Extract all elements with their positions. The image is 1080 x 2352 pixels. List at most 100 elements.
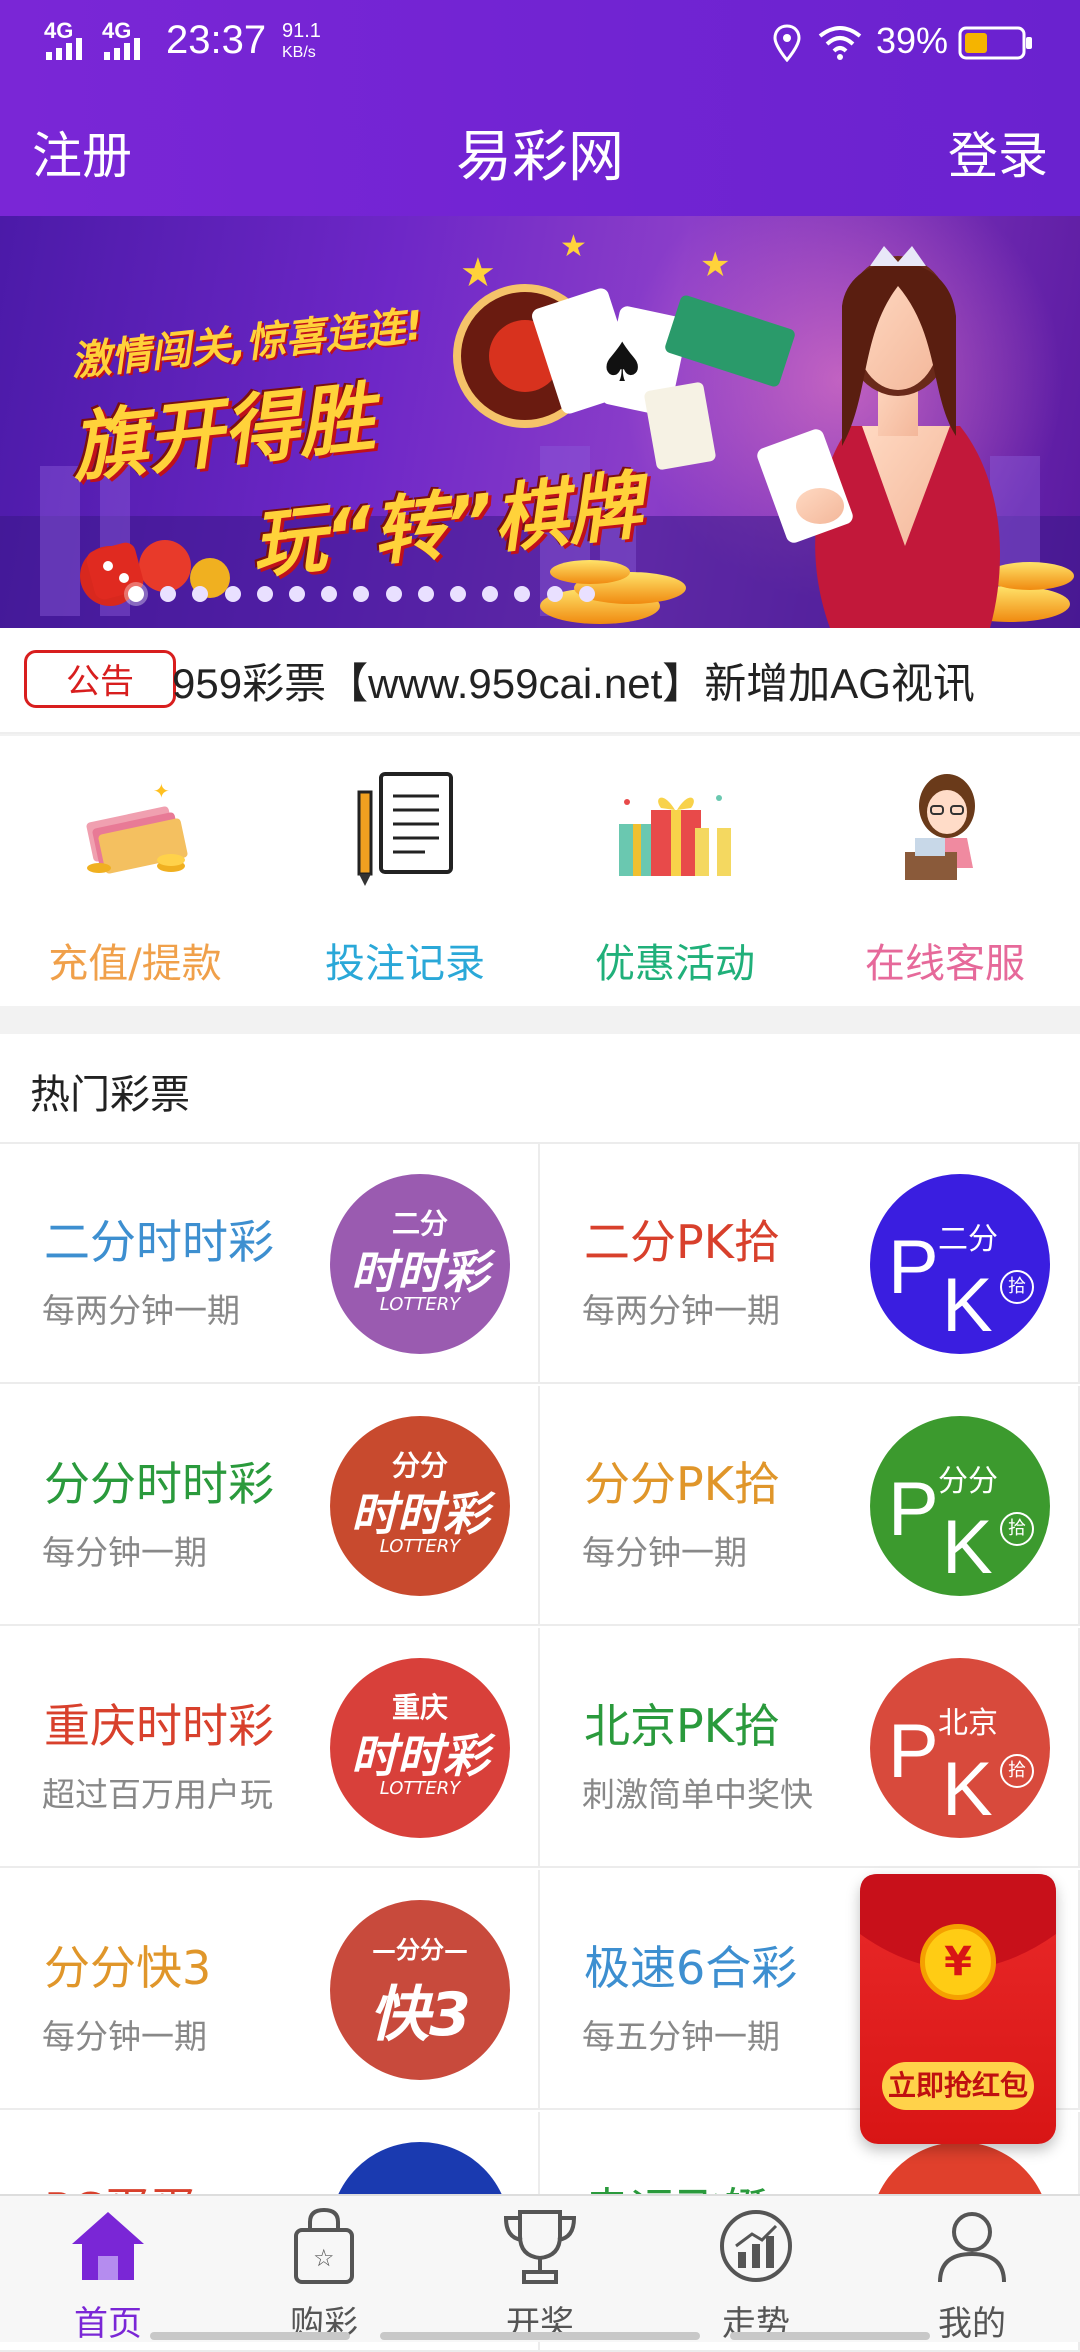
logo-letter-k: K <box>942 1747 993 1832</box>
section-title: 热门彩票 <box>30 1072 190 1118</box>
home-indicator-right <box>730 2332 930 2340</box>
signal-icon <box>46 38 82 60</box>
nav-trend[interactable]: 走势 <box>648 2196 864 2344</box>
lottery-card[interactable]: 二分PK拾每两分钟一期 P K 二分拾 <box>540 1144 1080 1384</box>
svg-text:★: ★ <box>460 250 496 296</box>
logo-letter-p: P <box>888 1709 939 1794</box>
lottery-subtitle: 每两分钟一期 <box>582 1291 780 1330</box>
money-stack-icon: ✦ <box>86 779 188 874</box>
lottery-name: 分分快3 <box>44 1941 212 1995</box>
logo-text: 分分 <box>938 1464 998 1499</box>
banner-dot[interactable] <box>546 586 563 602</box>
quick-actions: ✦ 充值/提款 投注记录 优惠活动 在线客服 <box>0 736 1080 1006</box>
lottery-card[interactable]: 北京PK拾 刺激简单中奖快 P K 北京拾 <box>540 1628 1080 1868</box>
gift-boxes-icon <box>619 795 731 876</box>
promotions-button[interactable]: 优惠活动 <box>540 736 810 1006</box>
logo-ten-badge: 拾 <box>1000 1270 1034 1304</box>
banner-dot[interactable] <box>289 586 305 602</box>
home-indicator[interactable] <box>380 2332 700 2340</box>
lottery-logo-icon: P K 分分拾 <box>870 1416 1050 1596</box>
nav-mine[interactable]: 我的 <box>864 2196 1080 2344</box>
red-packet-float[interactable]: ¥ 立即抢红包 <box>860 1874 1056 2144</box>
lottery-name: 二分时时彩 <box>44 1215 274 1269</box>
lottery-subtitle: 每五分钟一期 <box>582 2017 780 2056</box>
signal-icon-2 <box>104 38 140 60</box>
lottery-logo-icon: 二分 时时彩 LOTTERY <box>330 1174 510 1354</box>
banner-dot[interactable] <box>578 586 595 602</box>
app-header: 4G 4G 23:37 91.1 KB/s 39% 注册 易彩网 登录 <box>0 0 1080 216</box>
banner-dot[interactable] <box>450 586 466 602</box>
notice-text: 959彩票【www.959cai.net】新增加AG视讯 <box>172 660 975 707</box>
banner-dot[interactable] <box>417 586 434 602</box>
promo-banner[interactable]: ♠ ★ ★ ★ 激情闯关,惊喜连连! 旗开得胜 玩“转”棋牌 <box>0 216 1080 628</box>
trend-chart-icon <box>720 2210 792 2282</box>
network-speed-unit: KB/s <box>282 44 316 61</box>
page-title: 易彩网 <box>456 125 624 190</box>
logo-text: LOTTERY <box>379 1294 461 1315</box>
bet-record-button[interactable]: 投注记录 <box>270 736 540 1006</box>
lottery-card[interactable]: 分分快3 每分钟一期 —分分— 快3 <box>0 1870 540 2110</box>
lottery-card[interactable]: 二分时时彩每两分钟一期 二分 时时彩 LOTTERY <box>0 1144 540 1384</box>
notice-badge: 公告 <box>24 650 176 708</box>
notice-bar[interactable]: 公告 959彩票【www.959cai.net】新增加AG视讯 <box>0 628 1080 734</box>
status-bar: 4G 4G 23:37 91.1 KB/s 39% <box>0 0 1080 84</box>
customer-service-button[interactable]: 在线客服 <box>810 736 1080 1006</box>
logo-text: 时时彩 <box>351 1729 489 1783</box>
nav-draw[interactable]: 开奖 <box>432 2196 648 2344</box>
grab-red-packet-button[interactable]: 立即抢红包 <box>882 2062 1034 2110</box>
logo-letter-p: P <box>888 1225 939 1310</box>
lottery-card[interactable]: 分分时时彩 每分钟一期 分分 时时彩 LOTTERY <box>0 1386 540 1626</box>
shopping-bag-icon: ☆ <box>294 2207 354 2284</box>
quick-label-promotions: 优惠活动 <box>595 941 755 987</box>
battery-percent: 39% <box>876 20 949 61</box>
logo-text: 时时彩 <box>351 1487 489 1541</box>
lottery-card[interactable]: 分分PK拾 每分钟一期 P K 分分拾 <box>540 1386 1080 1626</box>
lottery-subtitle: 超过百万用户玩 <box>42 1775 273 1814</box>
banner-dot[interactable] <box>385 586 402 602</box>
yuan-coin-icon: ¥ <box>920 1924 996 2000</box>
login-link[interactable]: 登录 <box>948 116 1048 188</box>
bottom-nav: 首页 ☆ 购彩 开奖 走势 我的 <box>0 2194 1080 2344</box>
svg-text:♠: ♠ <box>598 331 646 394</box>
lottery-name: 二分PK拾 <box>584 1215 780 1269</box>
logo-text: 二分 <box>938 1222 998 1257</box>
document-pencil-icon <box>357 772 453 886</box>
logo-text: LOTTERY <box>379 1536 461 1557</box>
wifi-icon <box>818 26 862 60</box>
lottery-name: 分分PK拾 <box>584 1457 780 1511</box>
quick-label-customer-service: 在线客服 <box>865 941 1025 987</box>
lottery-logo-icon: P K 二分拾 <box>870 1174 1050 1354</box>
quick-label-bet-record: 投注记录 <box>325 941 485 987</box>
logo-text: —分分— <box>372 1936 468 1964</box>
status-time: 23:37 <box>166 18 267 62</box>
lottery-card[interactable]: 重庆时时彩 超过百万用户玩 重庆 时时彩 LOTTERY <box>0 1628 540 1868</box>
logo-text: 快3 <box>369 1980 471 2050</box>
svg-text:★: ★ <box>560 229 587 264</box>
recharge-withdraw-button[interactable]: ✦ 充值/提款 <box>0 736 270 1006</box>
svg-text:✦: ✦ <box>153 779 170 803</box>
nav-buy[interactable]: ☆ 购彩 <box>216 2196 432 2344</box>
banner-dot[interactable] <box>224 586 241 602</box>
battery-icon <box>958 26 1032 60</box>
nav-home[interactable]: 首页 <box>0 2196 216 2344</box>
lottery-subtitle: 每分钟一期 <box>582 1533 747 1572</box>
home-indicator-left <box>150 2332 350 2340</box>
lottery-subtitle: 每分钟一期 <box>42 2017 207 2056</box>
logo-text: LOTTERY <box>379 1778 461 1799</box>
home-icon <box>72 2212 144 2280</box>
logo-ten-badge: 拾 <box>1000 1512 1034 1546</box>
logo-text: 北京 <box>938 1706 998 1741</box>
logo-ten-badge: 拾 <box>1000 1754 1034 1788</box>
location-icon <box>773 24 801 62</box>
banner-dot[interactable] <box>256 586 273 602</box>
network-speed: 91.1 <box>282 20 321 42</box>
customer-service-icon <box>905 774 975 880</box>
user-icon <box>938 2212 1006 2283</box>
logo-letter-k: K <box>942 1505 993 1590</box>
banner-dot[interactable] <box>128 586 144 602</box>
lottery-subtitle: 每两分钟一期 <box>42 1291 240 1330</box>
lottery-name: 分分时时彩 <box>44 1457 274 1511</box>
lottery-name: 重庆时时彩 <box>44 1699 274 1753</box>
trophy-icon <box>503 2210 577 2284</box>
lottery-logo-icon: 分分 时时彩 LOTTERY <box>330 1416 510 1596</box>
